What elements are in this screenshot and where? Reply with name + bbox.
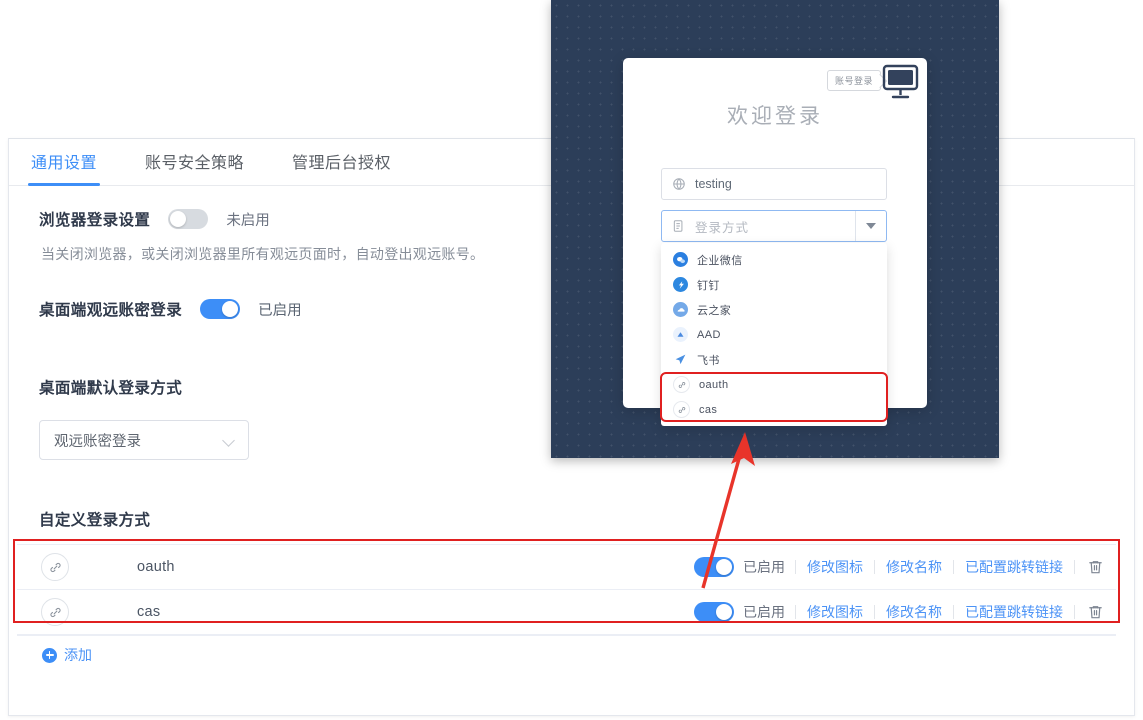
custom-login-list: oauth 已启用 修改图标 修改名称 已配置跳转链接 cas 已启用 修改图标… <box>17 544 1116 636</box>
tab-label: 通用设置 <box>31 155 98 172</box>
chevron-down-icon <box>223 434 236 447</box>
row-actions: 已启用 修改图标 修改名称 已配置跳转链接 <box>694 602 1116 622</box>
desktop-default-login-select[interactable]: 观远账密登录 <box>39 420 249 460</box>
edit-name-button[interactable]: 修改名称 <box>875 602 953 622</box>
link-icon <box>41 598 69 626</box>
toggle-knob <box>170 211 187 227</box>
dropdown-item-oauth[interactable]: oauth <box>661 372 887 397</box>
login-method-name: oauth <box>137 559 175 575</box>
divider <box>1074 605 1075 619</box>
link-icon <box>673 376 690 393</box>
row-actions: 已启用 修改图标 修改名称 已配置跳转链接 <box>694 557 1116 577</box>
login-method-dropdown: 企业微信 钉钉 云之家 AAD 飞书 oauth cas <box>660 243 888 426</box>
wecom-icon <box>673 252 688 267</box>
dropdown-item-label: 飞书 <box>697 354 720 367</box>
feishu-icon <box>673 352 688 367</box>
dingtalk-icon <box>673 277 688 292</box>
dropdown-item-cas[interactable]: cas <box>661 397 887 422</box>
configure-redirect-link-button[interactable]: 已配置跳转链接 <box>954 602 1074 622</box>
screen-root: 通用设置 账号安全策略 管理后台授权 浏览器登录设置 未启用 当关闭浏览器，或关… <box>0 0 1143 720</box>
custom-login-title: 自定义登录方式 <box>39 512 151 529</box>
divider <box>1074 560 1075 574</box>
yunzhijia-icon <box>673 302 688 317</box>
table-row: oauth 已启用 修改图标 修改名称 已配置跳转链接 <box>17 545 1116 590</box>
login-method-placeholder: 登录方式 <box>695 220 750 235</box>
login-heading: 欢迎登录 <box>727 105 823 128</box>
custom-login-list-wrap: oauth 已启用 修改图标 修改名称 已配置跳转链接 cas 已启用 修改图标… <box>13 539 1120 665</box>
add-label: 添加 <box>64 647 92 663</box>
dropdown-item-label: cas <box>699 403 718 416</box>
toggle-knob <box>222 301 239 317</box>
list-icon <box>672 219 686 233</box>
dropdown-item-label: oauth <box>699 378 729 391</box>
desktop-password-login-title: 桌面端观远账密登录 <box>39 302 183 319</box>
select-value: 观远账密登录 <box>54 433 141 450</box>
row-enable-toggle[interactable] <box>694 557 734 577</box>
dropdown-item-label: 钉钉 <box>697 279 720 292</box>
login-method-select[interactable]: 登录方式 <box>661 210 887 242</box>
browser-login-title: 浏览器登录设置 <box>39 212 151 229</box>
globe-icon <box>672 177 686 191</box>
dropdown-item-feishu[interactable]: 飞书 <box>661 347 887 372</box>
desktop-password-login-toggle[interactable] <box>200 299 241 319</box>
table-row: cas 已启用 修改图标 修改名称 已配置跳转链接 <box>17 590 1116 635</box>
account-login-tooltip: 账号登录 <box>826 70 881 91</box>
tab-label: 账号安全策略 <box>145 155 245 172</box>
aad-icon <box>673 327 688 342</box>
server-value: testing <box>695 177 732 191</box>
dropdown-item-yunzhijia[interactable]: 云之家 <box>661 297 887 322</box>
toggle-knob <box>716 604 732 620</box>
configure-redirect-link-button[interactable]: 已配置跳转链接 <box>954 557 1074 577</box>
row-enable-toggle[interactable] <box>694 602 734 622</box>
edit-icon-button[interactable]: 修改图标 <box>796 602 874 622</box>
dropdown-item-wecom[interactable]: 企业微信 <box>661 247 887 272</box>
server-field[interactable]: testing <box>661 168 887 200</box>
caret-down-icon[interactable] <box>855 211 886 241</box>
link-icon <box>673 401 690 418</box>
edit-icon-button[interactable]: 修改图标 <box>796 557 874 577</box>
tab-account-security-policy[interactable]: 账号安全策略 <box>145 149 244 185</box>
row-status-label: 已启用 <box>743 604 785 620</box>
dropdown-item-dingtalk[interactable]: 钉钉 <box>661 272 887 297</box>
desktop-password-login-toggle-label: 已启用 <box>258 302 302 319</box>
browser-login-toggle-label: 未启用 <box>226 212 270 229</box>
dropdown-item-label: 企业微信 <box>697 254 743 267</box>
row-status-label: 已启用 <box>743 559 785 575</box>
tab-admin-console-auth[interactable]: 管理后台授权 <box>292 149 391 185</box>
dropdown-item-label: AAD <box>697 328 721 341</box>
tab-general-settings[interactable]: 通用设置 <box>27 149 101 186</box>
login-card: 账号登录 欢迎登录 testing 登录方式 企业微信 钉钉 云之家 AAD 飞… <box>623 58 927 426</box>
edit-name-button[interactable]: 修改名称 <box>875 557 953 577</box>
add-login-method-button[interactable]: 添加 <box>42 645 92 665</box>
toggle-knob <box>716 559 732 575</box>
dropdown-item-aad[interactable]: AAD <box>661 322 887 347</box>
tab-label: 管理后台授权 <box>292 155 392 172</box>
plus-icon <box>42 647 57 663</box>
dropdown-item-label: 云之家 <box>697 304 732 317</box>
trash-icon[interactable] <box>1087 603 1104 621</box>
link-icon <box>41 553 69 581</box>
login-dialog-overlay: 账号登录 欢迎登录 testing 登录方式 企业微信 钉钉 云之家 AAD 飞… <box>551 0 999 458</box>
login-method-name: cas <box>137 604 161 620</box>
browser-login-toggle[interactable] <box>168 209 209 229</box>
monitor-icon[interactable] <box>878 63 922 103</box>
trash-icon[interactable] <box>1087 558 1104 576</box>
